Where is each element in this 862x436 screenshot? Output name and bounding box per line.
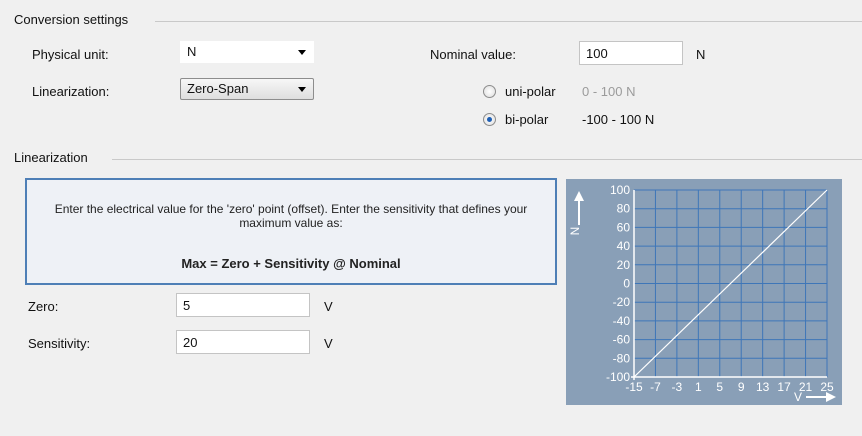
unipolar-range: 0 - 100 N [582,84,636,99]
bipolar-range: -100 - 100 N [582,112,655,127]
x-tick-label: 5 [716,380,723,394]
y-axis-label: N [568,227,582,236]
formula-text: Max = Zero + Sensitivity @ Nominal [181,256,401,271]
x-tick-label: -15 [625,380,643,394]
linearization-dropdown[interactable]: Zero-Span [180,78,314,100]
y-tick-label: 80 [617,202,631,216]
zero-unit: V [324,299,333,314]
y-tick-label: 20 [617,258,631,272]
bipolar-label[interactable]: bi-polar [505,112,548,127]
physical-unit-value: N [187,44,197,59]
x-tick-label: 9 [738,380,745,394]
linearization-divider [112,159,862,160]
nominal-unit: N [696,47,706,62]
x-tick-label: 13 [756,380,770,394]
sensitivity-unit: V [324,336,333,351]
y-tick-label: 0 [623,277,630,291]
info-box: Enter the electrical value for the 'zero… [25,178,557,285]
linearization-chart: 100 80 60 40 20 0 -20 -40 -60 -80 -100 -15 -7 -3 1 5 9 13… [566,179,842,405]
sensitivity-label: Sensitivity: [28,336,91,351]
x-axis-label: V [794,390,802,404]
x-tick-label: -7 [650,380,661,394]
linearization-value: Zero-Span [187,81,249,96]
bipolar-radio[interactable] [483,113,496,126]
zero-label: Zero: [28,299,59,314]
chart-svg: 100806040200-20-40-60-80-100-15 -7 -3 1 5 9 13… [568,183,836,404]
unipolar-label[interactable]: uni-polar [505,84,556,99]
nominal-value-label: Nominal value: [430,47,516,62]
sensitivity-input[interactable] [176,330,310,354]
chevron-down-icon [298,87,306,92]
x-tick-label: 25 [820,380,834,394]
y-tick-label: -40 [613,314,631,328]
x-tick-label: 1 [695,380,702,394]
x-tick-label: 17 [777,380,791,394]
conversion-settings-title: Conversion settings [14,12,135,27]
chevron-down-icon [298,50,306,55]
y-tick-label: -60 [613,333,631,347]
x-tick-label: -3 [672,380,683,394]
arrow-up-icon [574,191,584,201]
physical-unit-label: Physical unit: [32,47,109,62]
physical-unit-dropdown[interactable]: N [180,41,314,63]
info-text: Enter the electrical value for the 'zero… [54,202,528,230]
y-tick-label: 60 [617,220,631,234]
y-tick-label: 100 [610,183,630,197]
conversion-settings-divider [155,21,862,22]
y-tick-label: 40 [617,239,631,253]
y-tick-label: -20 [613,295,631,309]
unipolar-radio[interactable] [483,85,496,98]
zero-input[interactable] [176,293,310,317]
linearization-label: Linearization: [32,84,110,99]
y-tick-label: -80 [613,351,631,365]
linearization-group-title: Linearization [14,150,94,165]
nominal-value-input[interactable] [579,41,683,65]
